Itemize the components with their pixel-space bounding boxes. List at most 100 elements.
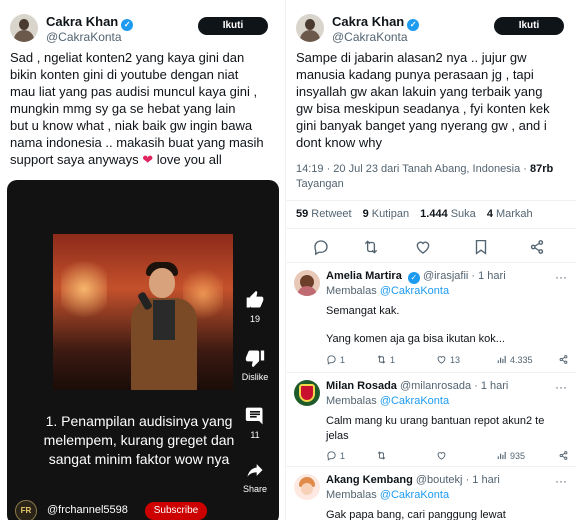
dislike-action[interactable]: Dislike <box>237 348 273 382</box>
retweet-icon[interactable] <box>362 238 380 256</box>
video-thumbnail[interactable] <box>53 234 233 390</box>
share-label: Share <box>242 484 268 494</box>
share-icon[interactable] <box>528 238 546 256</box>
reply-retweet-action[interactable] <box>376 450 390 461</box>
replying-to: Membalas @CakraKonta <box>326 285 449 297</box>
reply-count: 1 <box>340 451 346 461</box>
replying-to: Membalas @CakraKonta <box>326 489 449 501</box>
view-count: 87rb <box>530 163 554 175</box>
follow-button[interactable]: Ikuti <box>198 17 268 35</box>
comment-count: 11 <box>250 430 260 440</box>
views-chart-icon <box>497 355 506 364</box>
reply-text: Semangat kak. <box>326 305 400 317</box>
reply-author-handle[interactable]: @boutekj <box>416 474 463 486</box>
tweet-line: Sad , ngeliat konten2 yang kaya gini dan <box>10 50 245 65</box>
reply-like-action[interactable] <box>436 450 450 461</box>
like-stat[interactable]: 1.444 Suka <box>420 208 476 220</box>
share-icon[interactable] <box>558 354 569 365</box>
tweet-line: but u know what , niak baik gw ingin baw… <box>10 118 253 133</box>
channel-avatar[interactable]: FR <box>15 500 37 520</box>
reply-text: Yang komen aja ga bisa ikutan kok... <box>326 333 505 345</box>
author-handle[interactable]: @CakraKonta <box>46 30 122 44</box>
avatar[interactable] <box>294 270 320 296</box>
reply-reply-action[interactable]: 1 <box>326 450 345 461</box>
reply-text: Gak papa bang, cari panggung lewat <box>326 509 506 520</box>
reply-item[interactable]: Milan Rosada @milanrosada · 1 hari ··· M… <box>286 380 576 464</box>
like-count: 19 <box>249 314 260 324</box>
author-name-text: Cakra Khan <box>332 14 405 29</box>
divider <box>286 228 576 229</box>
author-name[interactable]: Cakra Khan ✓ <box>46 14 134 31</box>
tweet-text: Sad , ngeliat konten2 yang kaya gini dan… <box>10 49 280 168</box>
replying-to-link[interactable]: @CakraKonta <box>380 395 449 407</box>
bookmark-count: 4 <box>486 208 493 220</box>
embedded-video-screenshot[interactable]: 19 Dislike 11 Share 1. Penampilan audisi… <box>7 180 279 520</box>
divider <box>286 466 576 467</box>
reply-like-action[interactable]: 13 <box>436 354 460 365</box>
reply-author-name[interactable]: Amelia Martira <box>326 270 402 282</box>
like-label: Suka <box>450 208 476 220</box>
reply-item[interactable]: Amelia Martira ✓ @irasjafii · 1 hari ···… <box>286 270 576 370</box>
reply-icon[interactable] <box>312 238 330 256</box>
views-count: 4.335 <box>510 355 533 365</box>
reply-header: Amelia Martira ✓ @irasjafii · 1 hari <box>326 270 506 284</box>
reply-retweet-action[interactable]: 1 <box>376 354 395 365</box>
share-icon[interactable] <box>558 450 569 461</box>
reply-action-bar: 1 935 <box>326 450 572 464</box>
author-handle[interactable]: @CakraKonta <box>332 30 408 44</box>
avatar[interactable] <box>10 14 38 42</box>
reply-author-name[interactable]: Akang Kembang <box>326 474 413 486</box>
replying-to: Membalas @CakraKonta <box>326 395 449 407</box>
replying-to-link[interactable]: @CakraKonta <box>380 285 449 297</box>
more-options-icon[interactable]: ··· <box>555 380 567 394</box>
bookmark-icon[interactable] <box>472 238 490 256</box>
channel-row: FR @frchannel5598 Subscribe <box>15 498 275 520</box>
tweet-timestamp[interactable]: 14:19 · 20 Jul 23 dari Tanah Abang, Indo… <box>296 163 530 175</box>
like-count: 13 <box>450 355 461 365</box>
reply-reply-action[interactable]: 1 <box>326 354 345 365</box>
like-action[interactable]: 19 <box>237 290 273 324</box>
views-chart-icon <box>497 451 506 460</box>
avatar[interactable] <box>294 380 320 406</box>
replying-to-link[interactable]: @CakraKonta <box>380 489 449 501</box>
video-caption: 1. Penampilan audisinya yang melempem, k… <box>43 413 235 467</box>
author-name-text: Cakra Khan <box>46 14 119 29</box>
heart-icon[interactable] <box>414 238 432 256</box>
reply-item[interactable]: Akang Kembang @boutekj · 1 hari ··· Memb… <box>286 474 576 520</box>
thumbs-down-icon <box>245 350 265 368</box>
heart-icon <box>437 452 446 460</box>
like-count: 1.444 <box>420 208 448 220</box>
bookmark-label: Markah <box>495 208 533 220</box>
reply-views[interactable]: 935 <box>496 450 525 461</box>
avatar[interactable] <box>296 14 324 42</box>
views-count: 935 <box>510 451 526 461</box>
tweet-line: nama indonesia .. makasih buat yang masi… <box>10 135 264 150</box>
reply-author-name[interactable]: Milan Rosada <box>326 380 397 392</box>
tweet-meta: 14:19 · 20 Jul 23 dari Tanah Abang, Indo… <box>296 162 576 192</box>
author-name[interactable]: Cakra Khan ✓ <box>332 14 420 31</box>
more-options-icon[interactable]: ··· <box>555 474 567 488</box>
right-tweet-panel: Cakra Khan ✓ @CakraKonta Ikuti Sampe di j… <box>285 0 576 520</box>
bookmark-stat[interactable]: 4 Markah <box>487 208 533 220</box>
avatar[interactable] <box>294 474 320 500</box>
reply-author-handle[interactable]: @irasjafii <box>423 270 468 282</box>
retweet-label: Retweet <box>311 208 352 220</box>
subscribe-button[interactable]: Subscribe <box>145 502 207 520</box>
quote-stat[interactable]: 9 Kutipan <box>363 208 409 220</box>
verified-badge-icon: ✓ <box>407 19 420 31</box>
channel-name[interactable]: @frchannel5598 <box>47 504 128 516</box>
reply-views[interactable]: 4.335 <box>496 354 533 365</box>
tweet-line: mungkin mmg sy ga se hebat yang lain <box>10 101 236 116</box>
dislike-label: Dislike <box>241 372 269 382</box>
more-options-icon[interactable]: ··· <box>555 270 567 284</box>
reply-icon <box>327 451 336 461</box>
tweet-line: manusia kadang punya perasaan jg , tapi <box>296 67 534 82</box>
quote-label: Kutipan <box>371 208 410 220</box>
retweet-stat[interactable]: 59 Retweet <box>296 208 352 220</box>
replying-label: Membalas <box>326 489 377 501</box>
tweet-action-bar <box>286 236 576 260</box>
reply-author-handle[interactable]: @milanrosada <box>400 380 471 392</box>
quote-count: 9 <box>362 208 369 220</box>
tweet-line: mau liat yang pas audisi muncul kaya gin… <box>10 84 258 99</box>
follow-button[interactable]: Ikuti <box>494 17 564 35</box>
